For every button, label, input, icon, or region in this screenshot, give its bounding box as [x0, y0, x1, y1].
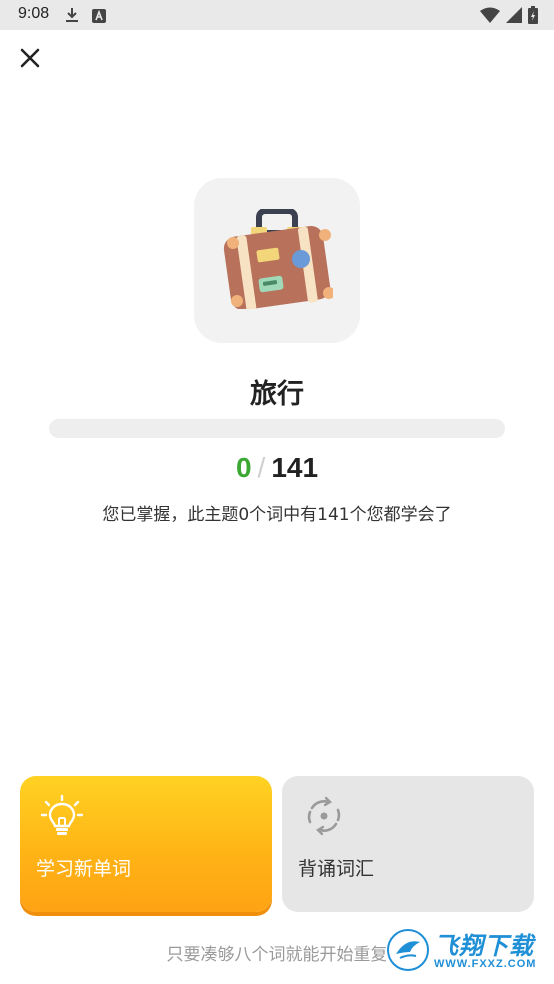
battery-charging-icon	[528, 6, 538, 28]
signal-icon	[506, 7, 522, 27]
watermark-logo: 飞翔下载 WWW.FXXZ.COM	[386, 924, 546, 980]
learn-new-words-label: 学习新单词	[36, 858, 132, 880]
wifi-icon	[480, 7, 500, 27]
learned-count: 0	[235, 452, 252, 483]
suitcase-icon	[221, 207, 335, 313]
status-bar: 9:08	[0, 0, 554, 30]
review-vocabulary-label: 背诵词汇	[298, 858, 375, 880]
word-count: 0/141	[0, 452, 554, 484]
status-time: 9:08	[18, 5, 50, 22]
close-icon	[20, 48, 40, 72]
download-icon	[64, 6, 80, 28]
lightbulb-icon	[40, 794, 84, 838]
review-vocabulary-button[interactable]: 背诵词汇	[282, 776, 534, 912]
progress-bar	[49, 419, 505, 438]
close-button[interactable]	[14, 44, 46, 76]
mastery-description: 您已掌握，此主题0个词中有141个您都学会了	[102, 505, 452, 525]
topic-icon-container	[194, 178, 360, 343]
refresh-cycle-icon	[302, 794, 346, 838]
watermark-url: WWW.FXXZ.COM	[434, 957, 537, 970]
total-count: 141	[271, 452, 319, 483]
watermark-bird-icon	[386, 928, 430, 976]
topic-title: 旅行	[250, 379, 304, 410]
learn-new-words-button[interactable]: 学习新单词	[20, 776, 272, 912]
count-separator: /	[257, 452, 266, 483]
watermark-brand: 飞翔下载	[434, 931, 534, 960]
keyboard-a-icon	[92, 8, 106, 27]
